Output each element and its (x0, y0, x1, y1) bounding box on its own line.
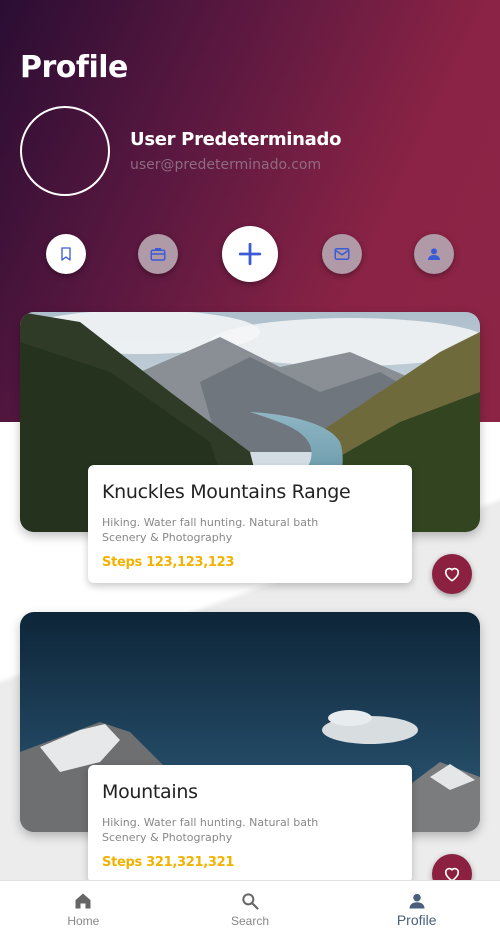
card-steps: Steps 321,321,321 (102, 855, 235, 870)
briefcase-button[interactable] (138, 234, 178, 274)
user-email: user@predeterminado.com (130, 157, 322, 173)
nav-home[interactable]: Home (0, 881, 167, 936)
person-button[interactable] (414, 234, 454, 274)
nav-label: Profile (396, 912, 437, 928)
card-steps: Steps 123,123,123 (102, 555, 235, 570)
person-icon (409, 893, 425, 909)
person-icon (428, 248, 440, 260)
plus-icon (238, 242, 262, 266)
nav-search[interactable]: Search (167, 881, 334, 936)
avatar[interactable] (20, 106, 110, 196)
card-description: Hiking. Water fall hunting. Natural bath… (102, 816, 319, 844)
trip-info-card[interactable]: Knuckles Mountains Range Hiking. Water f… (88, 465, 412, 583)
card-title: Mountains (102, 781, 198, 803)
add-button[interactable] (222, 226, 278, 282)
briefcase-icon (150, 248, 166, 261)
mail-icon (334, 248, 350, 260)
card-title: Knuckles Mountains Range (102, 481, 351, 503)
heart-icon (444, 567, 460, 582)
home-icon (75, 893, 91, 909)
search-icon (242, 893, 259, 910)
mail-button[interactable] (322, 234, 362, 274)
nav-label: Search (230, 914, 270, 928)
page-title: Profile (20, 50, 128, 85)
bookmark-icon (61, 247, 71, 261)
user-name: User Predeterminado (130, 129, 342, 150)
trip-info-card[interactable]: Mountains Hiking. Water fall hunting. Na… (88, 765, 412, 883)
bottom-navigation: Home Search Profile (0, 880, 500, 936)
card-description: Hiking. Water fall hunting. Natural bath… (102, 516, 319, 544)
nav-profile[interactable]: Profile (333, 881, 500, 936)
favorite-button[interactable] (432, 554, 472, 594)
nav-label: Home (67, 914, 100, 928)
bookmark-button[interactable] (46, 234, 86, 274)
